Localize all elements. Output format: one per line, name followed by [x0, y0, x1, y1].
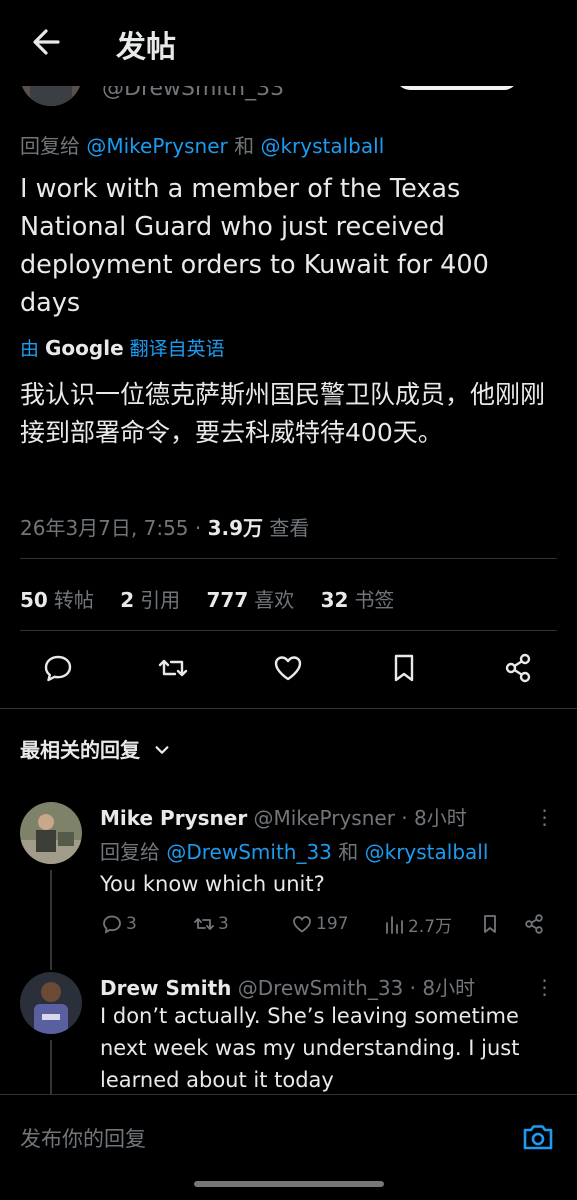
- views-button[interactable]: 2.7万: [382, 912, 452, 937]
- mention-link[interactable]: @MikePrysner: [86, 134, 227, 158]
- reposts-label: 转帖: [53, 588, 94, 612]
- share-icon: [525, 914, 543, 934]
- mention-link[interactable]: @krystalball: [365, 840, 489, 864]
- mention-link[interactable]: @krystalball: [260, 134, 384, 158]
- avatar[interactable]: [20, 802, 82, 864]
- quotes-count: 2: [120, 588, 135, 612]
- reply-header: Drew Smith @DrewSmith_33 · 8小时: [100, 972, 475, 1001]
- translated-text: 我认识一位德克萨斯州国民警卫队成员，他刚刚接到部署命令，要去科威特待400天。: [20, 380, 546, 447]
- section-divider: [0, 708, 577, 709]
- sort-label: 最相关的回复: [20, 738, 140, 762]
- reply-button[interactable]: 3: [100, 912, 137, 936]
- bookmarks-stat[interactable]: 32 书签: [321, 588, 395, 612]
- tweet-text: I work with a member of the Texas Nation…: [20, 174, 489, 318]
- reply-icon[interactable]: [40, 650, 76, 686]
- reply-prefix: 回复给: [20, 134, 87, 158]
- tweet-meta: 26年3月7日, 7:55 · 3.9万 查看: [20, 512, 309, 541]
- back-arrow-icon[interactable]: [28, 24, 64, 60]
- reply-handle[interactable]: @MikePrysner: [254, 806, 395, 830]
- repost-button[interactable]: 3: [192, 912, 229, 936]
- reply-text: You know which unit?: [100, 872, 325, 896]
- translation-attribution[interactable]: 由 Google 翻译自英语: [20, 334, 225, 361]
- reply-context: 回复给 @DrewSmith_33 和 @krystalball: [100, 836, 488, 865]
- like-count: 197: [316, 914, 349, 934]
- share-button[interactable]: [522, 912, 546, 936]
- top-app-bar: 发帖: [0, 0, 577, 86]
- quotes-stat[interactable]: 2 引用: [120, 588, 180, 612]
- thread-line: [50, 870, 52, 970]
- reply-context: 回复给 @MikePrysner 和 @krystalball: [20, 130, 384, 159]
- reply-icon: [103, 915, 121, 934]
- more-options-icon[interactable]: · · ·: [534, 801, 554, 835]
- repost-icon: [194, 918, 214, 930]
- like-icon[interactable]: [270, 650, 306, 686]
- page-title: 发帖: [116, 30, 176, 65]
- reply-time: · 8小时: [394, 806, 467, 830]
- divider: [20, 558, 557, 559]
- reply-composer: 发布你的回复: [0, 1094, 577, 1200]
- bookmark-icon: [484, 915, 496, 933]
- like-button[interactable]: 197: [290, 912, 348, 936]
- thread-line: [50, 1040, 52, 1094]
- replies-sort-selector[interactable]: 最相关的回复: [20, 734, 171, 763]
- bookmark-icon[interactable]: [386, 650, 422, 686]
- view-count: 3.9万: [207, 516, 264, 540]
- likes-count: 777: [206, 588, 249, 612]
- divider: [20, 630, 557, 631]
- google-logo: Google: [45, 336, 124, 360]
- avatar[interactable]: [20, 972, 82, 1034]
- views-label: 查看: [263, 516, 310, 540]
- chevron-down-icon: [155, 746, 169, 754]
- likes-stat[interactable]: 777 喜欢: [206, 588, 294, 612]
- reply-handle[interactable]: @DrewSmith_33: [238, 976, 404, 1000]
- reply-and: 和: [331, 840, 365, 864]
- reply-and: 和: [227, 134, 261, 158]
- share-icon[interactable]: [500, 650, 536, 686]
- more-options-icon[interactable]: · · ·: [534, 971, 554, 1005]
- reposts-count: 50: [20, 588, 48, 612]
- bookmark-button[interactable]: [478, 912, 502, 936]
- repost-count: 3: [218, 914, 229, 934]
- repost-icon[interactable]: [155, 650, 191, 686]
- views-icon: [386, 915, 403, 934]
- tweet-date[interactable]: 26年3月7日, 7:55 ·: [20, 516, 208, 540]
- reply-actions: 3 3 197 2.7万: [100, 912, 556, 942]
- reply-text: I don’t actually. She’s leaving sometime…: [100, 1004, 520, 1092]
- display-name[interactable]: Drew Smith: [100, 976, 231, 1000]
- mention-link[interactable]: @DrewSmith_33: [166, 840, 332, 864]
- camera-icon[interactable]: [520, 1119, 556, 1155]
- engagement-stats: 50 转帖 2 引用 777 喜欢 32 书签: [20, 584, 414, 613]
- reply-header: Mike Prysner @MikePrysner · 8小时: [100, 802, 467, 831]
- reply-time: · 8小时: [403, 976, 476, 1000]
- bookmarks-count: 32: [320, 588, 349, 612]
- home-indicator: [194, 1181, 384, 1187]
- reposts-stat[interactable]: 50 转帖: [20, 588, 94, 612]
- display-name[interactable]: Mike Prysner: [100, 806, 247, 830]
- translate-by: 由: [20, 338, 40, 360]
- reply-count: 3: [126, 914, 137, 934]
- like-icon: [293, 916, 311, 933]
- quotes-label: 引用: [140, 588, 181, 612]
- likes-label: 喜欢: [254, 588, 295, 612]
- reply-input[interactable]: 发布你的回复: [20, 1123, 146, 1153]
- bookmarks-label: 书签: [354, 588, 395, 612]
- translate-from: 翻译自英语: [129, 338, 225, 360]
- views-count: 2.7万: [408, 917, 453, 937]
- reply-prefix: 回复给: [100, 840, 167, 864]
